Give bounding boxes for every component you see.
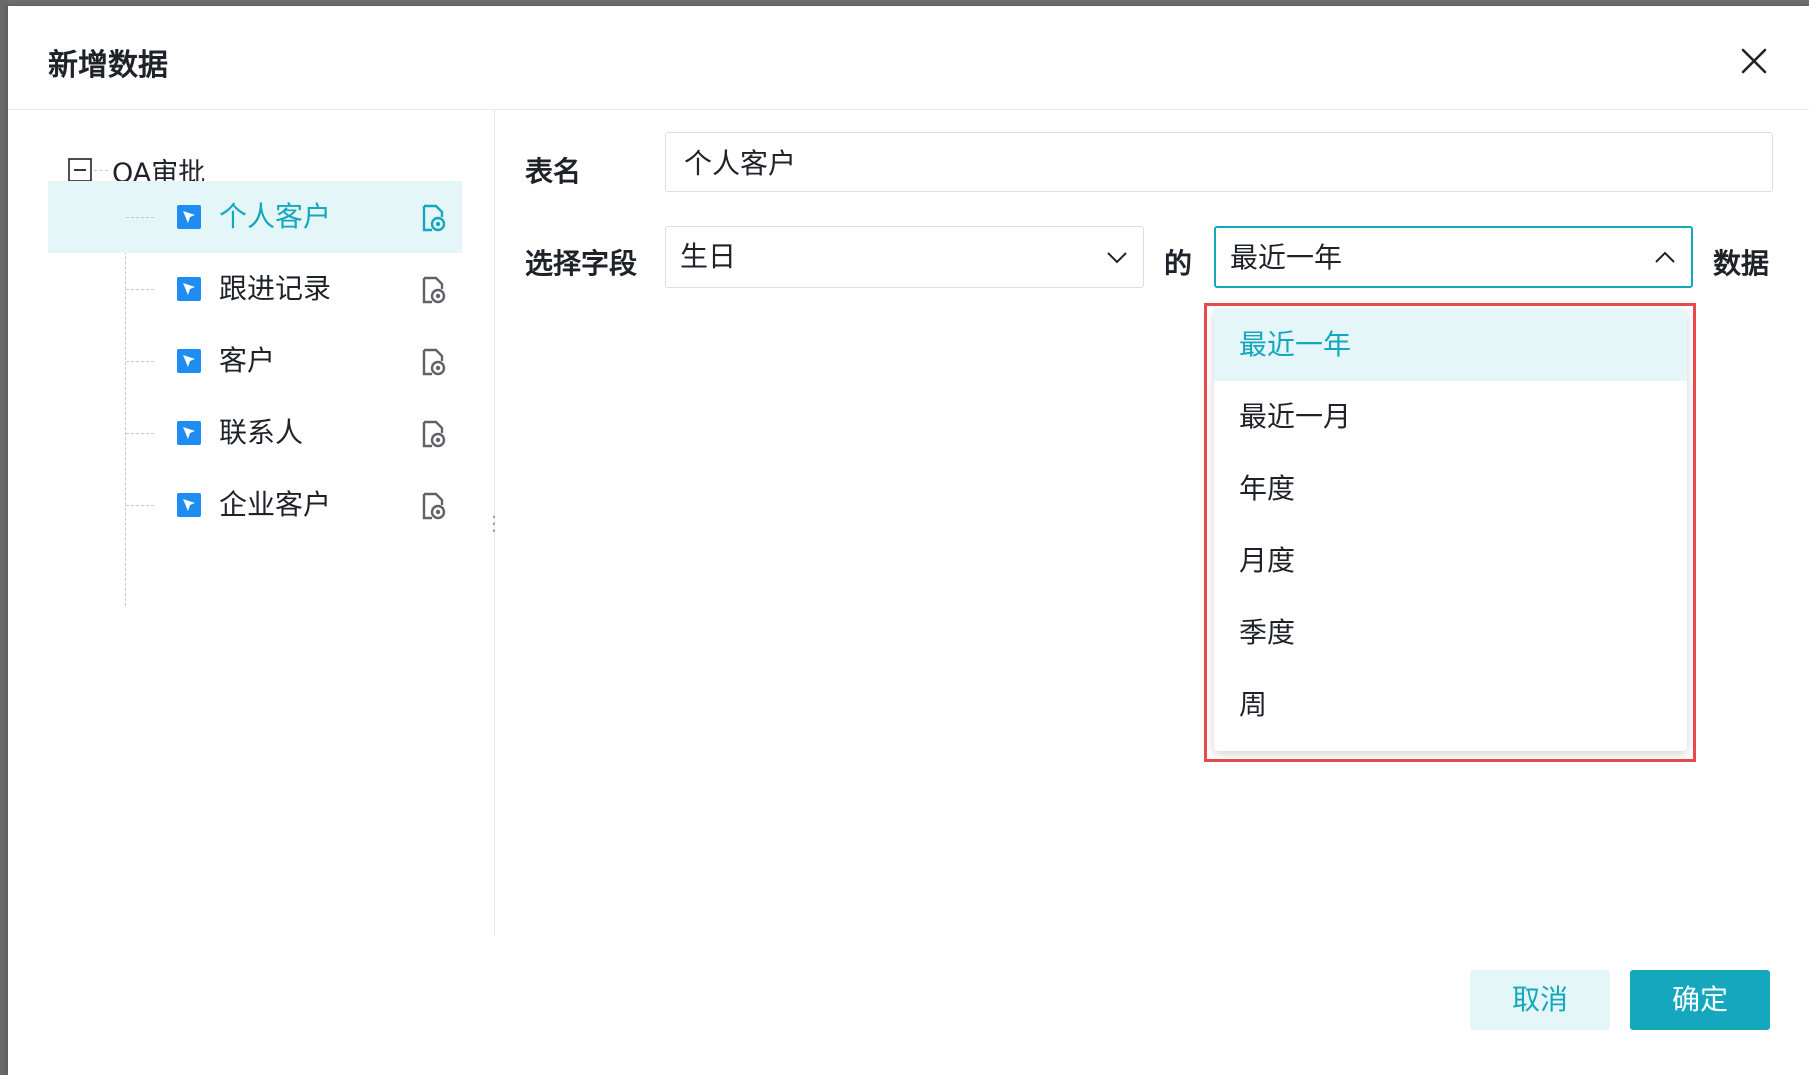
preview-icon[interactable] bbox=[418, 275, 448, 305]
chevron-up-icon bbox=[1655, 251, 1675, 263]
field-select-value: 生日 bbox=[680, 240, 737, 273]
close-button[interactable] bbox=[1737, 44, 1771, 78]
option-weekly[interactable]: 周 bbox=[1214, 669, 1687, 741]
select-field-label: 选择字段 bbox=[525, 247, 638, 280]
tree-item-contacts[interactable]: 联系人 bbox=[48, 397, 462, 469]
tree-connector bbox=[126, 361, 154, 362]
chevron-down-icon bbox=[1107, 252, 1127, 264]
option-monthly[interactable]: 月度 bbox=[1214, 525, 1687, 597]
field-select[interactable]: 生日 bbox=[665, 226, 1144, 288]
tree-item-label: 个人客户 bbox=[219, 200, 332, 233]
cancel-button[interactable]: 取消 bbox=[1470, 970, 1610, 1030]
table-icon bbox=[177, 421, 201, 445]
tree-item-label: 联系人 bbox=[219, 416, 304, 449]
tree-item-label: 跟进记录 bbox=[219, 272, 332, 305]
preview-icon[interactable] bbox=[418, 419, 448, 449]
option-last-year[interactable]: 最近一年 bbox=[1214, 309, 1687, 381]
data-suffix-label: 数据 bbox=[1713, 247, 1770, 280]
table-icon bbox=[177, 277, 201, 301]
preview-icon[interactable] bbox=[418, 491, 448, 521]
connector-label: 的 bbox=[1164, 247, 1193, 280]
time-range-select[interactable]: 最近一年 bbox=[1214, 226, 1693, 288]
tree-connector bbox=[126, 217, 154, 218]
tree-connector bbox=[126, 433, 154, 434]
dialog-header: 新增数据 bbox=[8, 6, 1809, 110]
confirm-button[interactable]: 确定 bbox=[1630, 970, 1770, 1030]
backdrop-left bbox=[0, 0, 8, 1075]
tree-item-label: 企业客户 bbox=[219, 488, 332, 521]
option-yearly[interactable]: 年度 bbox=[1214, 453, 1687, 525]
collapse-icon[interactable] bbox=[68, 158, 92, 182]
tree-item-enterprise-customer[interactable]: 企业客户 bbox=[48, 469, 462, 541]
new-data-dialog: 新增数据 OA审批 个人客户 跟进记录 客户 联系人 企业客户 ⋮ 表名 个人客… bbox=[8, 6, 1809, 1075]
option-last-month[interactable]: 最近一月 bbox=[1214, 381, 1687, 453]
time-range-dropdown: 最近一年 最近一月 年度 月度 季度 周 bbox=[1214, 309, 1687, 751]
tree-connector bbox=[126, 505, 154, 506]
table-icon bbox=[177, 349, 201, 373]
table-name-input[interactable] bbox=[665, 132, 1773, 192]
tree-item-follow-up-records[interactable]: 跟进记录 bbox=[48, 253, 462, 325]
table-icon bbox=[177, 205, 201, 229]
preview-icon[interactable] bbox=[418, 347, 448, 377]
tree-item-label: 客户 bbox=[219, 344, 276, 377]
preview-icon[interactable] bbox=[418, 203, 448, 233]
table-icon bbox=[177, 493, 201, 517]
tree-item-customer[interactable]: 客户 bbox=[48, 325, 462, 397]
tree-item-personal-customer[interactable]: 个人客户 bbox=[48, 181, 462, 253]
table-tree-panel: OA审批 个人客户 跟进记录 客户 联系人 企业客户 ⋮ bbox=[8, 110, 504, 936]
time-range-select-value: 最近一年 bbox=[1230, 241, 1343, 274]
panel-resize-handle[interactable]: ⋮ bbox=[484, 513, 504, 548]
tree-connector bbox=[94, 169, 108, 171]
option-quarterly[interactable]: 季度 bbox=[1214, 597, 1687, 669]
dialog-title: 新增数据 bbox=[48, 48, 168, 83]
table-name-label: 表名 bbox=[525, 155, 582, 188]
close-icon bbox=[1741, 48, 1767, 74]
tree-connector bbox=[126, 289, 154, 290]
